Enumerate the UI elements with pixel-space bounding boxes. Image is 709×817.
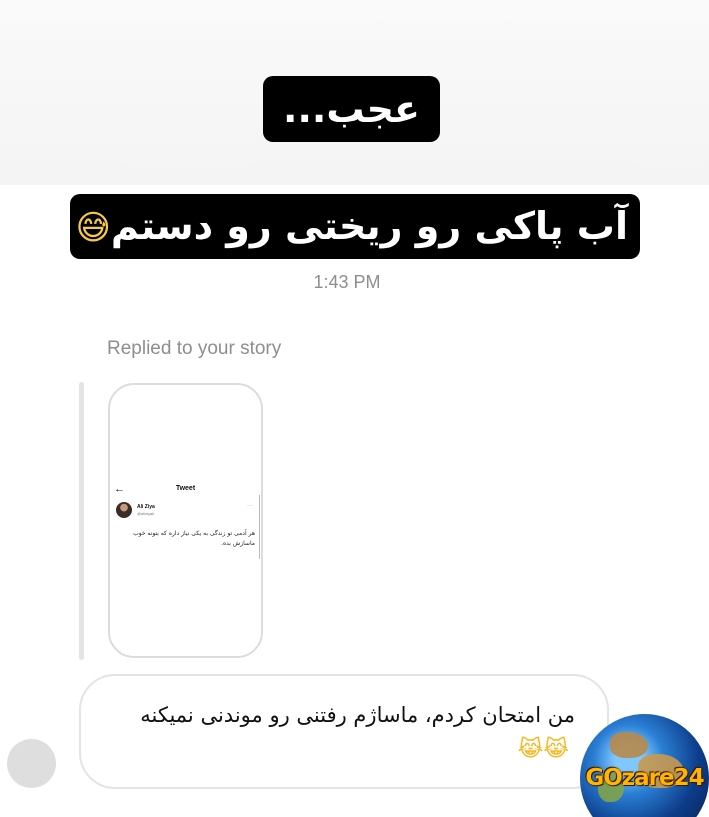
story-preview-card[interactable]: ← Tweet Ali Ziya @aliziyak ··· هر آدمی ت… bbox=[108, 383, 263, 658]
message-timestamp: 1:43 PM bbox=[313, 272, 381, 292]
tweet-body-text: هر آدمی تو زندگی به یکی نیاز داره که بتو… bbox=[133, 530, 255, 547]
sender-avatar[interactable] bbox=[7, 739, 56, 788]
message-bubble[interactable]: من امتحان کردم، ماساژم رفتنی رو موندنی ن… bbox=[79, 674, 609, 789]
tweet-author-name: Ali Ziya bbox=[137, 504, 155, 510]
tweet-screenshot: ← Tweet Ali Ziya @aliziyak ··· هر آدمی ت… bbox=[110, 483, 261, 565]
message-body: من امتحان کردم، ماساژم رفتنی رو موندنی ن… bbox=[140, 703, 575, 727]
story-caption-main: آب پاکی رو ریختی رو دستم😅 bbox=[70, 194, 640, 259]
tweet-author-avatar bbox=[116, 502, 132, 518]
story-caption-top: عجب... bbox=[263, 76, 440, 142]
cat-tears-of-joy-emoji-icon: 😹😹 bbox=[517, 737, 569, 762]
tweet-header-title: Tweet bbox=[175, 485, 196, 492]
watermark-logo: GOzare24 bbox=[580, 714, 709, 817]
caption-text: آب پاکی رو ریختی رو دستم bbox=[110, 204, 628, 248]
tweet-scrollbar bbox=[259, 495, 260, 559]
tweet-author-handle: @aliziyak bbox=[137, 511, 155, 516]
watermark-text: GOzare24 bbox=[585, 765, 704, 791]
reply-indicator-bar bbox=[79, 382, 84, 660]
replied-to-story-label: Replied to your story bbox=[107, 338, 282, 359]
more-options-icon: ··· bbox=[247, 503, 253, 509]
message-text: من امتحان کردم، ماساژم رفتنی رو موندنی ن… bbox=[105, 698, 575, 767]
sweat-smile-emoji-icon: 😅 bbox=[75, 208, 111, 248]
